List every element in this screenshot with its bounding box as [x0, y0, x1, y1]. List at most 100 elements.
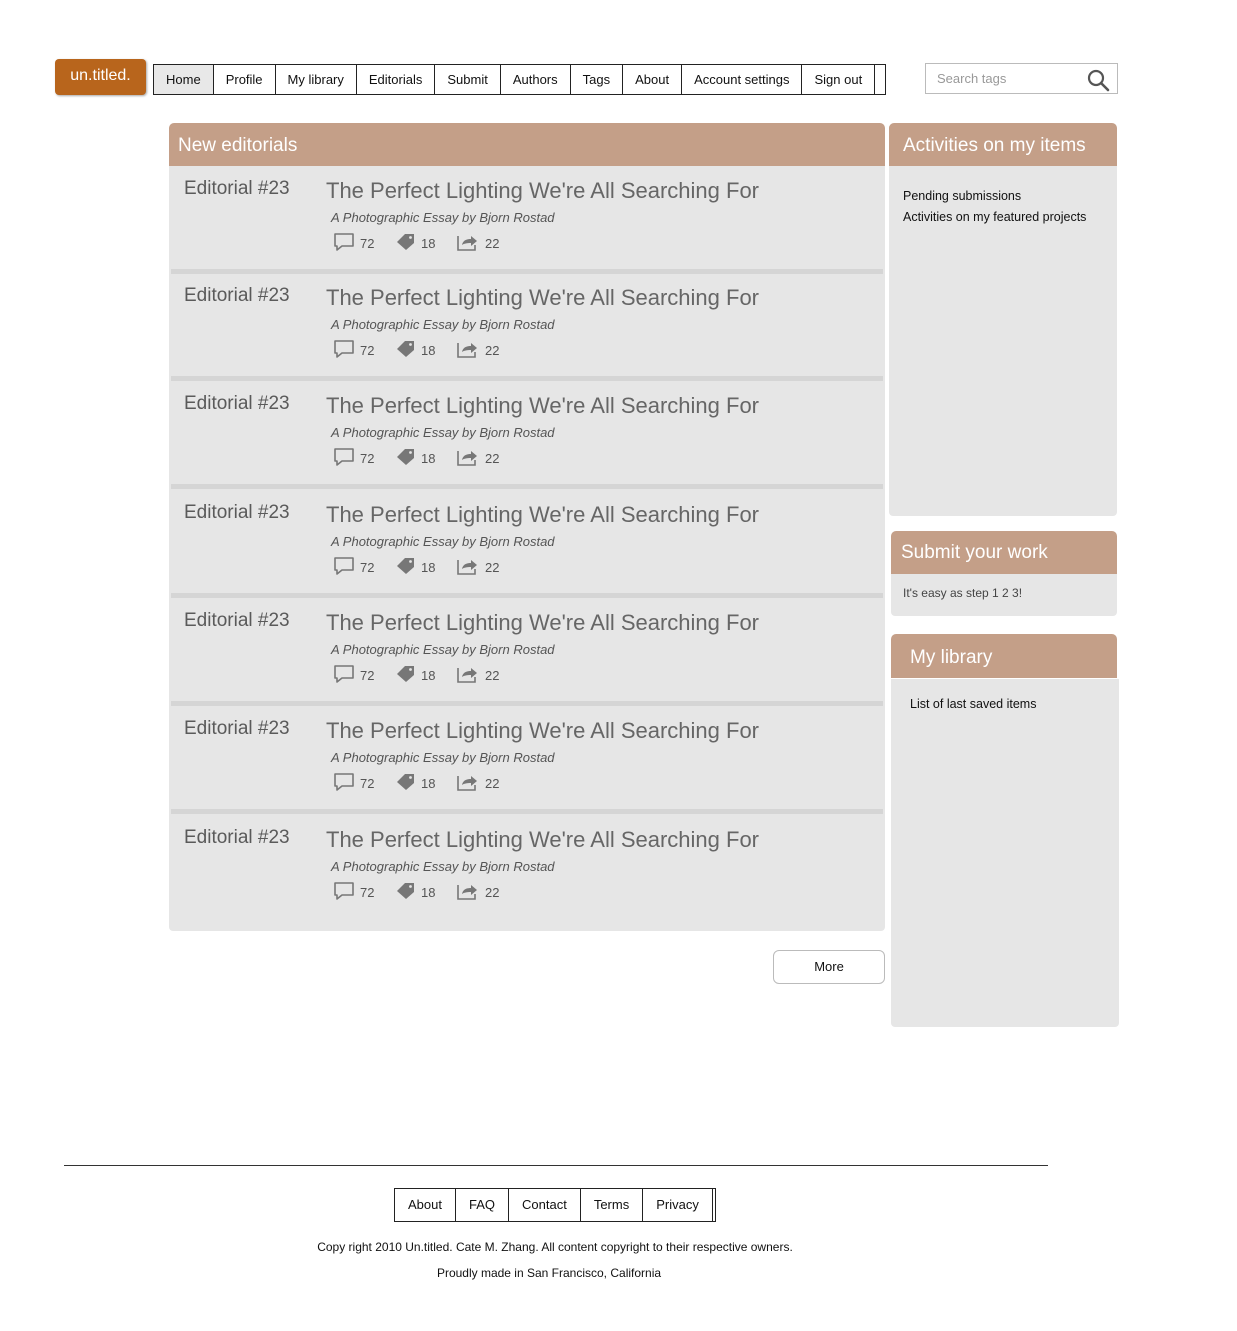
- comments-stat[interactable]: 72: [333, 881, 375, 902]
- nav-submit[interactable]: Submit: [435, 65, 501, 94]
- footer-divider: [64, 1165, 1048, 1166]
- editorial-subtitle: A Photographic Essay by Bjorn Rostad: [331, 210, 555, 225]
- comments-count: 72: [360, 667, 375, 683]
- nav-profile[interactable]: Profile: [214, 65, 276, 94]
- shares-stat[interactable]: 22: [456, 557, 499, 577]
- shares-count: 22: [485, 667, 500, 683]
- footer-nav: About FAQ Contact Terms Privacy: [394, 1188, 716, 1222]
- tags-stat[interactable]: 18: [396, 233, 435, 253]
- pending-submissions-link[interactable]: Pending submissions: [903, 186, 1086, 207]
- share-arrow-icon: [456, 665, 485, 686]
- editorial-subtitle: A Photographic Essay by Bjorn Rostad: [331, 534, 555, 549]
- editorial-subtitle: A Photographic Essay by Bjorn Rostad: [331, 859, 555, 874]
- tags-count: 18: [421, 884, 436, 900]
- footer-contact[interactable]: Contact: [509, 1189, 581, 1221]
- editorial-entry[interactable]: Editorial #23 The Perfect Lighting We're …: [169, 598, 885, 706]
- comments-stat[interactable]: 72: [333, 339, 374, 362]
- editorial-entry[interactable]: Editorial #23 The Perfect Lighting We're …: [169, 815, 885, 923]
- more-button[interactable]: More: [773, 950, 885, 984]
- tags-stat[interactable]: 18: [396, 340, 435, 360]
- editorial-entry[interactable]: Editorial #23 The Perfect Lighting We're …: [169, 706, 885, 814]
- tags-count: 18: [421, 559, 436, 575]
- nav-sign-out[interactable]: Sign out: [802, 65, 876, 94]
- search-icon[interactable]: [1086, 68, 1110, 92]
- nav-tags[interactable]: Tags: [571, 65, 624, 94]
- footer-about[interactable]: About: [395, 1189, 456, 1221]
- editorial-number: Editorial #23: [184, 285, 290, 306]
- editorial-subtitle: A Photographic Essay by Bjorn Rostad: [331, 317, 555, 332]
- nav-end-divider: [875, 65, 887, 94]
- footer-end-divider: [713, 1189, 716, 1221]
- copyright-text: Copy right 2010 Un.titled. Cate M. Zhang…: [317, 1240, 793, 1254]
- comments-stat[interactable]: 72: [333, 556, 374, 577]
- my-library-header[interactable]: My library: [891, 634, 1117, 678]
- tags-stat[interactable]: 18: [396, 557, 435, 577]
- nav-about[interactable]: About: [623, 65, 683, 94]
- editorial-number: Editorial #23: [184, 502, 290, 523]
- tag-icon: [396, 882, 421, 903]
- search-input[interactable]: [926, 64, 1087, 93]
- footer-terms[interactable]: Terms: [581, 1189, 644, 1221]
- editorial-title[interactable]: The Perfect Lighting We're All Searching…: [326, 285, 759, 311]
- my-library-panel: List of last saved items: [891, 679, 1119, 1027]
- tag-icon: [396, 448, 421, 469]
- editorial-title[interactable]: The Perfect Lighting We're All Searching…: [326, 827, 759, 853]
- comments-count: 72: [360, 235, 375, 251]
- tag-icon: [396, 665, 421, 686]
- tags-stat[interactable]: 18: [396, 665, 435, 685]
- share-arrow-icon: [456, 882, 485, 903]
- footer-faq[interactable]: FAQ: [456, 1189, 509, 1221]
- editorial-entry[interactable]: Editorial #23 The Perfect Lighting We're …: [169, 490, 885, 598]
- editorial-entry[interactable]: Editorial #23 The Perfect Lighting We're …: [169, 166, 885, 274]
- tags-stat[interactable]: 18: [396, 773, 435, 793]
- tags-stat[interactable]: 18: [396, 882, 435, 902]
- speech-bubble-icon: [333, 339, 360, 362]
- shares-stat[interactable]: 22: [456, 340, 499, 360]
- shares-count: 22: [485, 884, 500, 900]
- editorial-entry[interactable]: Editorial #23 The Perfect Lighting We're …: [169, 381, 885, 489]
- share-arrow-icon: [456, 448, 485, 469]
- editorial-title[interactable]: The Perfect Lighting We're All Searching…: [326, 502, 759, 528]
- shares-stat[interactable]: 22: [456, 665, 499, 685]
- comments-count: 72: [360, 884, 375, 900]
- share-arrow-icon: [456, 233, 485, 254]
- editorial-number: Editorial #23: [184, 718, 290, 739]
- nav-home[interactable]: Home: [154, 65, 214, 94]
- nav-my-library[interactable]: My library: [276, 65, 357, 94]
- shares-stat[interactable]: 22: [456, 773, 499, 793]
- shares-stat[interactable]: 22: [456, 233, 499, 253]
- entry-divider: [171, 484, 883, 489]
- editorial-entry[interactable]: Editorial #23 The Perfect Lighting We're …: [169, 273, 885, 381]
- nav-authors[interactable]: Authors: [501, 65, 571, 94]
- tags-count: 18: [421, 775, 436, 791]
- share-arrow-icon: [456, 773, 485, 794]
- tags-stat[interactable]: 18: [396, 448, 435, 468]
- editorial-title[interactable]: The Perfect Lighting We're All Searching…: [326, 393, 759, 419]
- footer-privacy[interactable]: Privacy: [643, 1189, 713, 1221]
- tag-icon: [396, 557, 421, 578]
- comments-stat[interactable]: 72: [333, 232, 375, 253]
- nav-editorials[interactable]: Editorials: [357, 65, 436, 94]
- nav-account-settings[interactable]: Account settings: [682, 65, 803, 94]
- tags-count: 18: [421, 235, 436, 251]
- submit-work-text: It's easy as step 1 2 3!: [903, 586, 1023, 600]
- comments-stat[interactable]: 72: [333, 664, 375, 685]
- editorial-title[interactable]: The Perfect Lighting We're All Searching…: [326, 610, 759, 636]
- entry-divider: [171, 809, 883, 814]
- site-logo[interactable]: un.titled.: [55, 59, 146, 95]
- comments-stat[interactable]: 72: [333, 772, 374, 793]
- featured-activities-link[interactable]: Activities on my featured projects: [903, 207, 1086, 228]
- editorial-title[interactable]: The Perfect Lighting We're All Searching…: [326, 718, 759, 744]
- editorial-number: Editorial #23: [184, 393, 290, 414]
- shares-count: 22: [485, 559, 500, 575]
- submit-work-panel: It's easy as step 1 2 3!: [891, 574, 1117, 616]
- shares-stat[interactable]: 22: [456, 882, 499, 902]
- tag-icon: [396, 340, 421, 361]
- shares-count: 22: [485, 775, 500, 791]
- tag-icon: [396, 773, 421, 794]
- comments-stat[interactable]: 72: [333, 447, 374, 468]
- tags-count: 18: [421, 342, 436, 358]
- shares-stat[interactable]: 22: [456, 448, 499, 468]
- editorial-title[interactable]: The Perfect Lighting We're All Searching…: [326, 178, 759, 204]
- search-box: [925, 63, 1118, 94]
